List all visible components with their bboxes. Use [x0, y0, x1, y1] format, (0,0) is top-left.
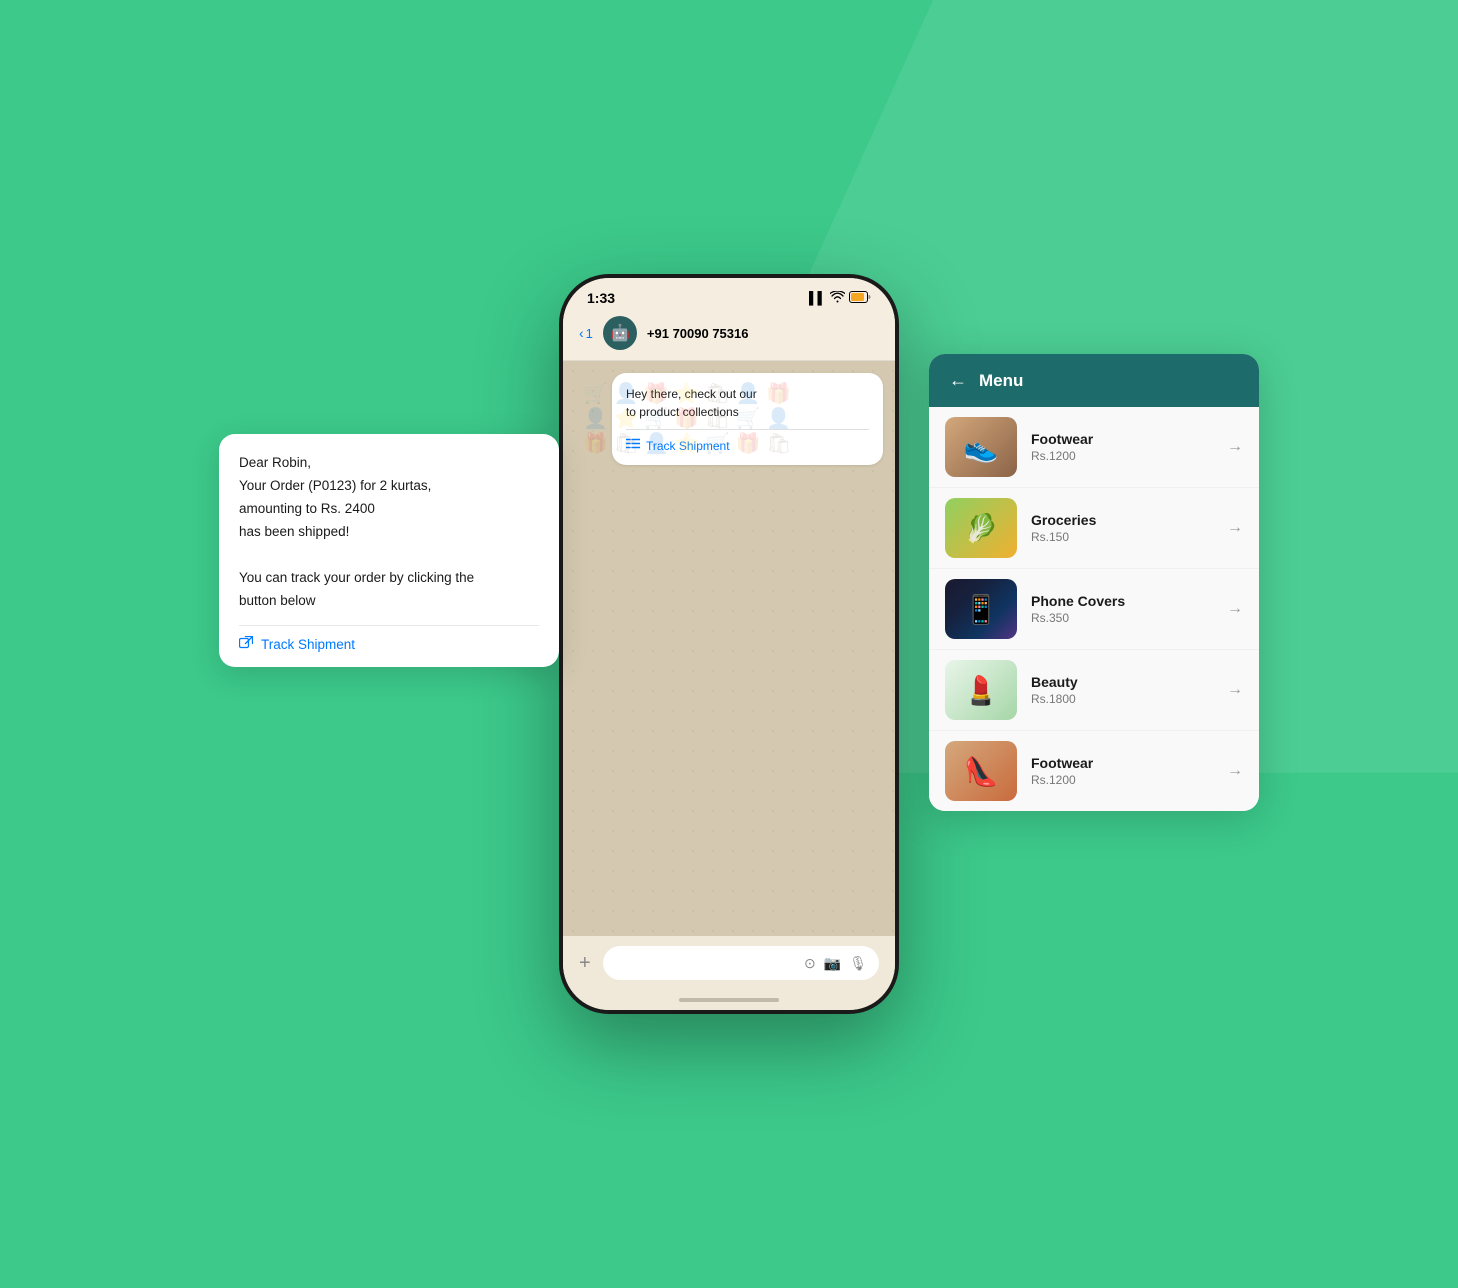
menu-item-phone-covers[interactable]: 📱 Phone Covers Rs.350 → — [929, 569, 1259, 650]
menu-item-img-groceries: 🥬 — [945, 498, 1017, 558]
plus-button[interactable]: + — [579, 952, 591, 975]
menu-item-img-phone-covers: 📱 — [945, 579, 1017, 639]
footwear2-img-inner: 👠 — [945, 741, 1017, 801]
scene: 1:33 ▌▌ — [379, 194, 1079, 1094]
menu-item-price-groceries: Rs.150 — [1031, 530, 1213, 544]
signal-icon: ▌▌ — [809, 291, 826, 305]
menu-header: ← Menu — [929, 354, 1259, 407]
battery-icon — [849, 291, 871, 306]
menu-item-arrow-phone-covers: → — [1227, 600, 1243, 618]
menu-item-info-groceries: Groceries Rs.150 — [1031, 512, 1213, 544]
wifi-icon — [830, 291, 845, 306]
input-icons: ⊙ 📷 🎙 — [804, 955, 867, 972]
camera-icon: 📷 — [824, 955, 841, 972]
menu-item-footwear-2[interactable]: 👠 Footwear Rs.1200 → — [929, 731, 1259, 811]
home-bar — [679, 998, 779, 1002]
menu-item-groceries[interactable]: 🥬 Groceries Rs.150 → — [929, 488, 1259, 569]
back-icon: ‹ — [579, 325, 584, 341]
menu-item-price-beauty: Rs.1800 — [1031, 692, 1213, 706]
menu-item-name-footwear-2: Footwear — [1031, 755, 1213, 771]
menu-item-img-footwear-1: 👟 — [945, 417, 1017, 477]
menu-item-info-phone-covers: Phone Covers Rs.350 — [1031, 593, 1213, 625]
menu-item-price-phone-covers: Rs.350 — [1031, 611, 1213, 625]
phone-covers-img-inner: 📱 — [945, 579, 1017, 639]
chat-nav: ‹ 1 🤖 +91 70090 75316 — [563, 312, 895, 361]
menu-title: Menu — [979, 371, 1023, 391]
back-button[interactable]: ‹ 1 — [579, 325, 593, 341]
bg-pattern: 🛒 👤 🎁 ⭐ 🛍 👤 🎁 👤 ⭐ 🛒 🎁 🛍 🛒 👤 🎁 🛍 👤 ⭐ 🛒 🎁 … — [583, 381, 792, 456]
menu-item-arrow-footwear-2: → — [1227, 762, 1243, 780]
beauty-img-inner: 💄 — [945, 660, 1017, 720]
menu-item-name-beauty: Beauty — [1031, 674, 1213, 690]
left-card: Dear Robin, Your Order (P0123) for 2 kur… — [219, 434, 559, 667]
phone: 1:33 ▌▌ — [559, 274, 899, 1014]
track-shipment-link-2[interactable]: Track Shipment — [261, 637, 355, 652]
chat-area: 🛒 👤 🎁 ⭐ 🛍 👤 🎁 👤 ⭐ 🛒 🎁 🛍 🛒 👤 🎁 🛍 👤 ⭐ 🛒 🎁 … — [563, 361, 895, 936]
chat-bottom: + ⊙ 📷 🎙 — [563, 936, 895, 990]
mic-icon: 🎙 — [849, 955, 867, 972]
emoji-icon: ⊙ — [804, 955, 816, 972]
menu-card: ← Menu 👟 Footwear Rs.1200 → 🥬 Groceries … — [929, 354, 1259, 811]
menu-item-info-footwear-1: Footwear Rs.1200 — [1031, 431, 1213, 463]
menu-item-info-footwear-2: Footwear Rs.1200 — [1031, 755, 1213, 787]
menu-item-name-phone-covers: Phone Covers — [1031, 593, 1213, 609]
status-time: 1:33 — [587, 290, 615, 306]
menu-item-arrow-groceries: → — [1227, 519, 1243, 537]
menu-item-beauty[interactable]: 💄 Beauty Rs.1800 → — [929, 650, 1259, 731]
avatar: 🤖 — [603, 316, 637, 350]
status-bar: 1:33 ▌▌ — [563, 278, 895, 312]
menu-item-img-footwear-2: 👠 — [945, 741, 1017, 801]
phone-inner: 1:33 ▌▌ — [563, 278, 895, 1010]
left-card-text: Dear Robin, Your Order (P0123) for 2 kur… — [239, 452, 539, 613]
menu-item-img-beauty: 💄 — [945, 660, 1017, 720]
menu-item-arrow-footwear-1: → — [1227, 438, 1243, 456]
contact-name: +91 70090 75316 — [647, 326, 749, 341]
menu-back-icon[interactable]: ← — [949, 370, 967, 391]
groceries-img-inner: 🥬 — [945, 498, 1017, 558]
menu-item-name-groceries: Groceries — [1031, 512, 1213, 528]
status-icons: ▌▌ — [809, 291, 871, 306]
menu-item-info-beauty: Beauty Rs.1800 — [1031, 674, 1213, 706]
badge: 1 — [586, 326, 593, 341]
left-card-link[interactable]: Track Shipment — [239, 625, 539, 653]
footwear-img-inner: 👟 — [945, 417, 1017, 477]
home-indicator — [563, 990, 895, 1010]
menu-item-name-footwear-1: Footwear — [1031, 431, 1213, 447]
external-link-icon — [239, 636, 253, 653]
menu-item-price-footwear-1: Rs.1200 — [1031, 449, 1213, 463]
menu-item-arrow-beauty: → — [1227, 681, 1243, 699]
message-input[interactable]: ⊙ 📷 🎙 — [603, 946, 879, 980]
menu-item-price-footwear-2: Rs.1200 — [1031, 773, 1213, 787]
menu-item-footwear-1[interactable]: 👟 Footwear Rs.1200 → — [929, 407, 1259, 488]
